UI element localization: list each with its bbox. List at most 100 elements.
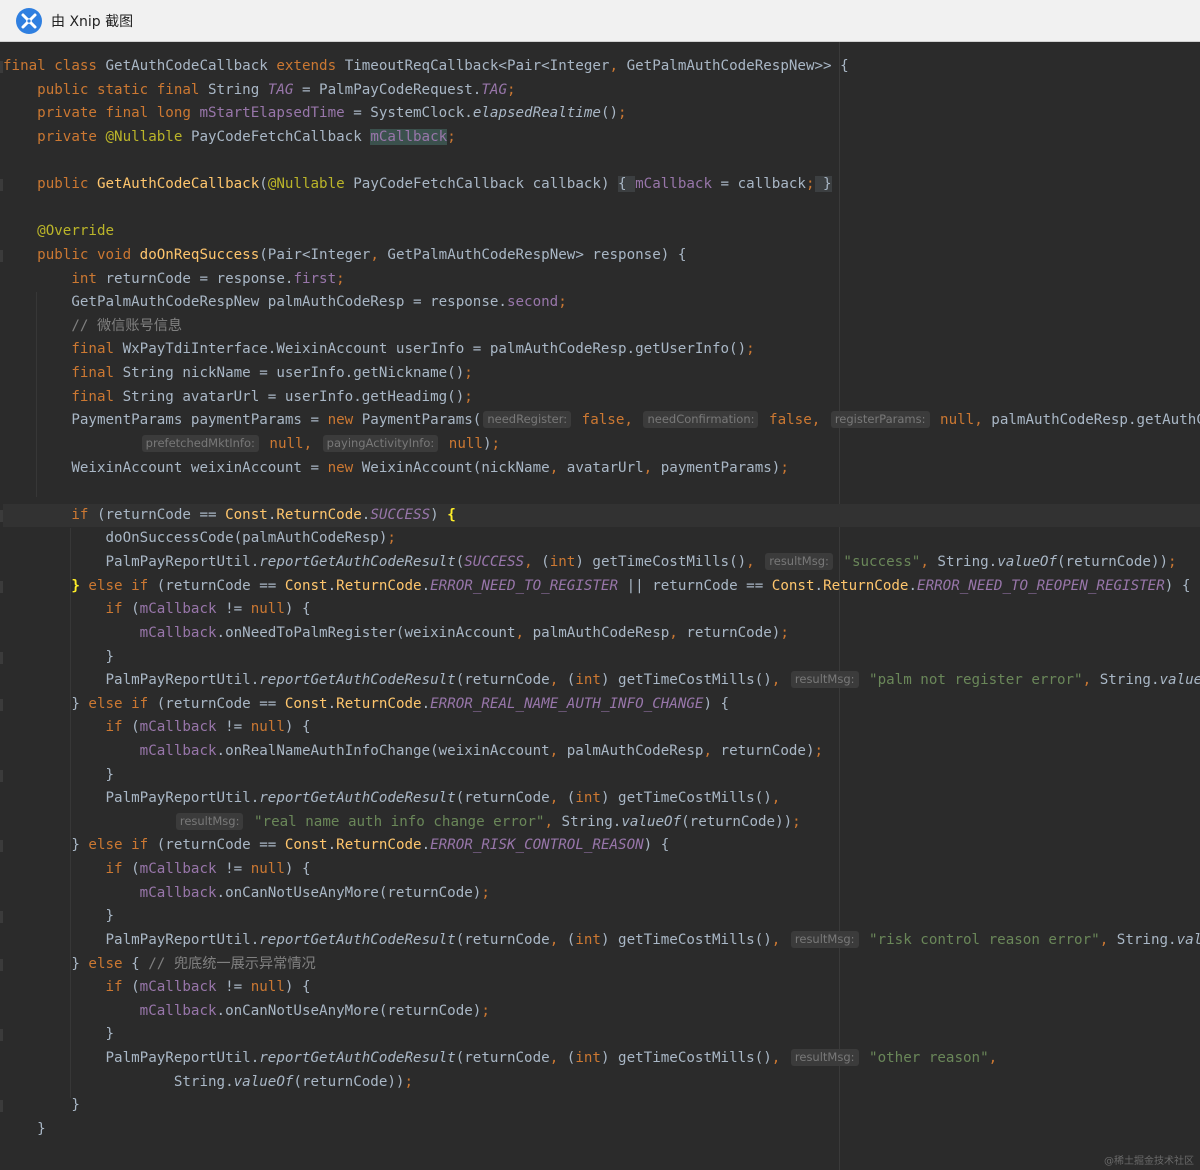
code-line[interactable]: @Override [3,220,1200,244]
code-token: "real name auth info change error" [245,813,545,830]
code-line[interactable]: mCallback.onRealNameAuthInfoChange(weixi… [3,740,1200,764]
code-line[interactable]: public void doOnReqSuccess(Pair<Integer,… [3,244,1200,268]
code-line[interactable] [3,149,1200,173]
code-token: reportGetAuthCodeResult [259,672,456,689]
code-line[interactable]: WeixinAccount weixinAccount = new Weixin… [3,457,1200,481]
code-token: String. [1116,931,1177,948]
code-token: GetAuthCodeCallback [105,58,277,74]
code-line[interactable]: public static final String TAG = PalmPay… [3,79,1200,103]
code-line[interactable]: if (mCallback != null) { [3,858,1200,882]
code-line[interactable]: } [3,764,1200,788]
code-token: public [37,176,97,193]
code-token: . [814,577,824,594]
code-line[interactable]: final String nickName = userInfo.getNick… [3,362,1200,386]
code-line[interactable]: resultMsg: "real name auth info change e… [3,811,1200,835]
code-line[interactable]: private @Nullable PayCodeFetchCallback m… [3,126,1200,150]
gutter-fold-marker[interactable] [0,61,3,73]
gutter-fold-marker[interactable] [0,698,3,711]
code-token: TAG [481,81,507,98]
code-line[interactable]: PalmPayReportUtil.reportGetAuthCodeResul… [3,787,1200,811]
code-line[interactable]: mCallback.onCanNotUseAnyMore(returnCode)… [3,1000,1200,1024]
code-token: mCallback [139,742,217,759]
code-token: (Pair<Integer [259,246,371,263]
code-token: , [746,554,764,571]
code-line[interactable]: PalmPayReportUtil.reportGetAuthCodeResul… [3,551,1200,575]
code-line[interactable]: if (mCallback != null) { [3,598,1200,622]
gutter-fold-marker[interactable] [0,249,3,262]
code-line[interactable]: PalmPayReportUtil.reportGetAuthCodeResul… [3,1047,1200,1071]
code-token: , [549,459,567,476]
code-line[interactable]: } else if (returnCode == Const.ReturnCod… [3,693,1200,717]
code-line[interactable]: } [3,646,1200,670]
code-line[interactable]: PalmPayReportUtil.reportGetAuthCodeResul… [3,669,1200,693]
code-line[interactable]: PaymentParams paymentParams = new Paymen… [3,409,1200,433]
code-token: ; [464,365,473,382]
code-token: "risk control reason error" [860,931,1100,948]
code-token: ERROR_NEED_TO_REOPEN_REGISTER [917,577,1165,594]
gutter-fold-marker[interactable] [0,509,3,522]
code-token: GetAuthCodeCallback [96,176,260,193]
gutter-fold-marker[interactable] [0,958,3,971]
code-token: valueOf [233,1073,294,1090]
code-token: // 微信账号信息 [71,317,183,334]
code-line[interactable]: } [3,1118,1200,1142]
gutter-fold-marker[interactable] [0,580,3,593]
code-token: avatarUrl [566,459,644,476]
code-line[interactable]: public GetAuthCodeCallback(@Nullable Pay… [3,173,1200,197]
code-token: ; [780,624,789,641]
code-editor[interactable]: final class GetAuthCodeCallback extends … [0,42,1200,1170]
code-line[interactable]: final String avatarUrl = userInfo.getHea… [3,386,1200,410]
code-line[interactable] [3,197,1200,221]
code-line[interactable]: } [3,1023,1200,1047]
code-token: TAG [267,81,294,98]
code-line[interactable]: } [3,905,1200,929]
gutter-fold-marker[interactable] [0,179,3,192]
code-line[interactable]: int returnCode = response.first; [3,268,1200,292]
code-line[interactable]: mCallback.onNeedToPalmRegister(weixinAcc… [3,622,1200,646]
code-line[interactable]: final class GetAuthCodeCallback extends … [3,55,1200,79]
code-token: mCallback [139,601,217,618]
code-line[interactable]: prefetchedMktInfo: null, payingActivityI… [3,433,1200,457]
code-token: , [524,554,542,571]
code-line[interactable]: private final long mStartElapsedTime = S… [3,102,1200,126]
code-token: ; [481,884,490,901]
code-line[interactable]: doOnSuccessCode(palmAuthCodeResp); [3,527,1200,551]
code-line[interactable] [3,480,1200,504]
code-token: mCallback [370,128,448,145]
code-line[interactable]: } else if (returnCode == Const.ReturnCod… [3,575,1200,599]
code-token: ) [430,506,448,523]
code-line[interactable]: } [3,1094,1200,1118]
parameter-hint: resultMsg: [175,812,244,830]
code-line[interactable]: } else { // 兜底统一展示异常情况 [3,953,1200,977]
gutter-fold-marker[interactable] [0,840,3,853]
code-line[interactable]: String.valueOf(returnCode)); [3,1071,1200,1095]
code-line[interactable]: if (mCallback != null) { [3,716,1200,740]
code-token: . [421,695,431,712]
code-token: , [771,931,789,948]
code-line[interactable]: PalmPayReportUtil.reportGetAuthCodeResul… [3,929,1200,953]
gutter-fold-marker[interactable] [0,651,3,664]
code-token: ; [481,1002,490,1019]
gutter-fold-marker[interactable] [0,1029,3,1042]
code-line[interactable]: if (mCallback != null) { [3,976,1200,1000]
code-line[interactable]: // 微信账号信息 [3,315,1200,339]
code-token: int [575,931,601,948]
gutter-fold-marker[interactable] [0,911,3,924]
code-line[interactable]: if (returnCode == Const.ReturnCode.SUCCE… [3,503,1200,528]
code-token: ) { [284,719,311,736]
code-token: private final long [37,105,200,122]
code-token: PalmPayReportUtil. [3,672,260,689]
gutter-fold-marker[interactable] [0,1100,3,1113]
gutter-fold-marker[interactable] [0,769,3,782]
code-token: ; [447,128,456,145]
code-line[interactable]: } else if (returnCode == Const.ReturnCod… [3,834,1200,858]
code-line[interactable]: mCallback.onCanNotUseAnyMore(returnCode)… [3,882,1200,906]
code-line[interactable]: final WxPayTdiInterface.WeixinAccount us… [3,338,1200,362]
code-line[interactable]: GetPalmAuthCodeRespNew palmAuthCodeResp … [3,291,1200,315]
